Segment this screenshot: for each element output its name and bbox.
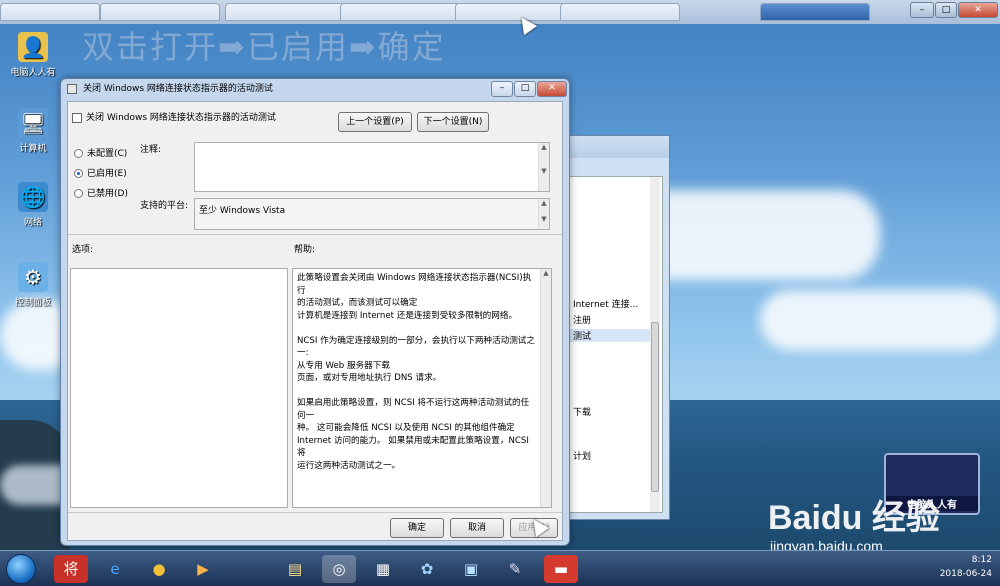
help-label: 帮助: bbox=[294, 245, 316, 255]
radio-not-configured[interactable]: 未配置(C) bbox=[74, 146, 127, 159]
toolbox-icon[interactable]: ▬ bbox=[544, 555, 578, 583]
desktop-icon-user[interactable]: 👤 电脑人人有 bbox=[8, 32, 58, 78]
radio-dot[interactable] bbox=[74, 189, 83, 198]
system-tray: 8:12 2018-06-24 bbox=[902, 553, 992, 585]
ie-icon[interactable]: e bbox=[98, 555, 132, 583]
list-item[interactable]: 下载 bbox=[573, 405, 591, 418]
computer-icon: 🖥 bbox=[18, 108, 48, 138]
document-icon[interactable]: ▦ bbox=[366, 555, 400, 583]
radio-label: 未配置(C) bbox=[87, 149, 128, 159]
policy-dialog: 关闭 Windows 网络连接状态指示器的活动测试 – □ ✕ 关闭 Windo… bbox=[60, 78, 570, 546]
platform-label: 支持的平台: bbox=[140, 201, 189, 211]
browser-tab[interactable] bbox=[455, 3, 575, 21]
help-scrollbar[interactable]: ▲ bbox=[540, 269, 551, 507]
maximize-icon[interactable]: □ bbox=[935, 2, 957, 18]
media-player-icon[interactable]: ▶ bbox=[186, 555, 220, 583]
app-jiang-icon[interactable]: 将 bbox=[54, 555, 88, 583]
platform-field: 至少 Windows Vista ▲ ▼ bbox=[194, 198, 550, 230]
comment-label: 注释: bbox=[140, 145, 162, 155]
minimize-icon[interactable]: – bbox=[491, 81, 513, 97]
browser-tab[interactable] bbox=[225, 3, 345, 21]
options-label: 选项: bbox=[72, 245, 94, 255]
divider bbox=[68, 512, 562, 513]
platform-scrollbar[interactable]: ▲ ▼ bbox=[538, 199, 549, 229]
list-item[interactable]: 注册 bbox=[573, 313, 591, 326]
policy-app-icon bbox=[67, 84, 77, 94]
dialog-client: 关闭 Windows 网络连接状态指示器的活动测试 上一个设置(P) 下一个设置… bbox=[67, 101, 563, 541]
radio-dot-selected[interactable] bbox=[74, 169, 83, 178]
desktop-icon-network[interactable]: 🌐 网络 bbox=[8, 182, 58, 228]
help-panel: 此策略设置会关闭由 Windows 网络连接状态指示器(NCSI)执行 的活动测… bbox=[292, 268, 552, 508]
desktop-cloud bbox=[760, 290, 1000, 350]
background-window-titlebar[interactable] bbox=[556, 136, 669, 158]
help-text: 此策略设置会关闭由 Windows 网络连接状态指示器(NCSI)执行 的活动测… bbox=[297, 273, 535, 471]
baidu-watermark: Baidu 经验 bbox=[768, 499, 940, 537]
background-window[interactable]: Internet 连接... 注册 测试 下载 计划 bbox=[555, 135, 670, 520]
close-icon[interactable]: ✕ bbox=[958, 2, 998, 18]
browser-tab[interactable] bbox=[100, 3, 220, 21]
platform-value: 至少 Windows Vista bbox=[199, 206, 286, 216]
desktop-icon-label: 控制面板 bbox=[14, 298, 51, 308]
taskbar: 将 e ● ▶ ▤ ◎ ▦ ✿ ▣ ✎ ▬ 8:12 2018-06-24 bbox=[0, 550, 1000, 586]
browser-360-icon[interactable]: ◎ bbox=[322, 555, 356, 583]
dialog-title: 关闭 Windows 网络连接状态指示器的活动测试 bbox=[83, 84, 273, 94]
policy-name: 关闭 Windows 网络连接状态指示器的活动测试 bbox=[86, 113, 276, 123]
desktop-icon-control-panel[interactable]: ⚙ 控制面板 bbox=[8, 262, 58, 308]
radio-label: 已启用(E) bbox=[87, 169, 127, 179]
divider bbox=[68, 234, 562, 235]
cancel-button[interactable]: 取消 bbox=[450, 518, 504, 538]
clock-date[interactable]: 2018-06-24 bbox=[940, 569, 992, 579]
network-icon: 🌐 bbox=[18, 182, 48, 212]
comment-textarea[interactable]: ▲ ▼ bbox=[194, 142, 550, 192]
tools-icon[interactable]: ✎ bbox=[498, 555, 532, 583]
start-button[interactable] bbox=[6, 554, 36, 584]
control-panel-icon: ⚙ bbox=[18, 262, 48, 292]
list-item[interactable]: Internet 连接... bbox=[573, 297, 638, 310]
explorer-icon[interactable]: ▤ bbox=[278, 555, 312, 583]
next-setting-button[interactable]: 下一个设置(N) bbox=[417, 112, 489, 132]
ok-button[interactable]: 确定 bbox=[390, 518, 444, 538]
browser-tab-active[interactable] bbox=[760, 3, 870, 21]
scroll-thumb[interactable] bbox=[651, 322, 659, 492]
browser-tab[interactable] bbox=[560, 3, 680, 21]
radio-enabled[interactable]: 已启用(E) bbox=[74, 166, 127, 179]
clock-time[interactable]: 8:12 bbox=[972, 555, 992, 565]
policy-icon bbox=[72, 112, 82, 123]
comment-scrollbar[interactable]: ▲ ▼ bbox=[538, 143, 549, 191]
background-scrollbar[interactable] bbox=[650, 177, 660, 512]
recorder-icon[interactable]: ✿ bbox=[410, 555, 444, 583]
browser-tab[interactable] bbox=[340, 3, 460, 21]
top-window-strip: – □ ✕ bbox=[0, 0, 1000, 24]
list-item[interactable]: 计划 bbox=[573, 449, 591, 462]
radio-disabled[interactable]: 已禁用(D) bbox=[74, 186, 128, 199]
chrome-icon[interactable]: ● bbox=[142, 555, 176, 583]
background-window-list: Internet 连接... 注册 测试 下载 计划 bbox=[562, 176, 663, 513]
radio-label: 已禁用(D) bbox=[87, 189, 128, 199]
policy-header: 关闭 Windows 网络连接状态指示器的活动测试 bbox=[72, 110, 276, 123]
desktop-icon-label: 计算机 bbox=[19, 144, 47, 154]
control-panel-icon[interactable]: ▣ bbox=[454, 555, 488, 583]
instruction-overlay: 双击打开➡已启用➡确定 bbox=[82, 28, 446, 66]
user-folder-icon: 👤 bbox=[18, 32, 48, 62]
close-icon[interactable]: ✕ bbox=[537, 81, 567, 97]
previous-setting-button[interactable]: 上一个设置(P) bbox=[338, 112, 412, 132]
desktop-icon-label: 网络 bbox=[23, 218, 42, 228]
maximize-icon[interactable]: □ bbox=[514, 81, 536, 97]
desktop-icon-label: 电脑人人有 bbox=[10, 68, 56, 78]
options-panel bbox=[70, 268, 288, 508]
desktop-icon-computer[interactable]: 🖥 计算机 bbox=[8, 108, 58, 154]
radio-dot[interactable] bbox=[74, 149, 83, 158]
minimize-icon[interactable]: – bbox=[910, 2, 934, 18]
browser-tab[interactable] bbox=[0, 3, 100, 21]
list-item-selected[interactable]: 测试 bbox=[567, 329, 652, 342]
